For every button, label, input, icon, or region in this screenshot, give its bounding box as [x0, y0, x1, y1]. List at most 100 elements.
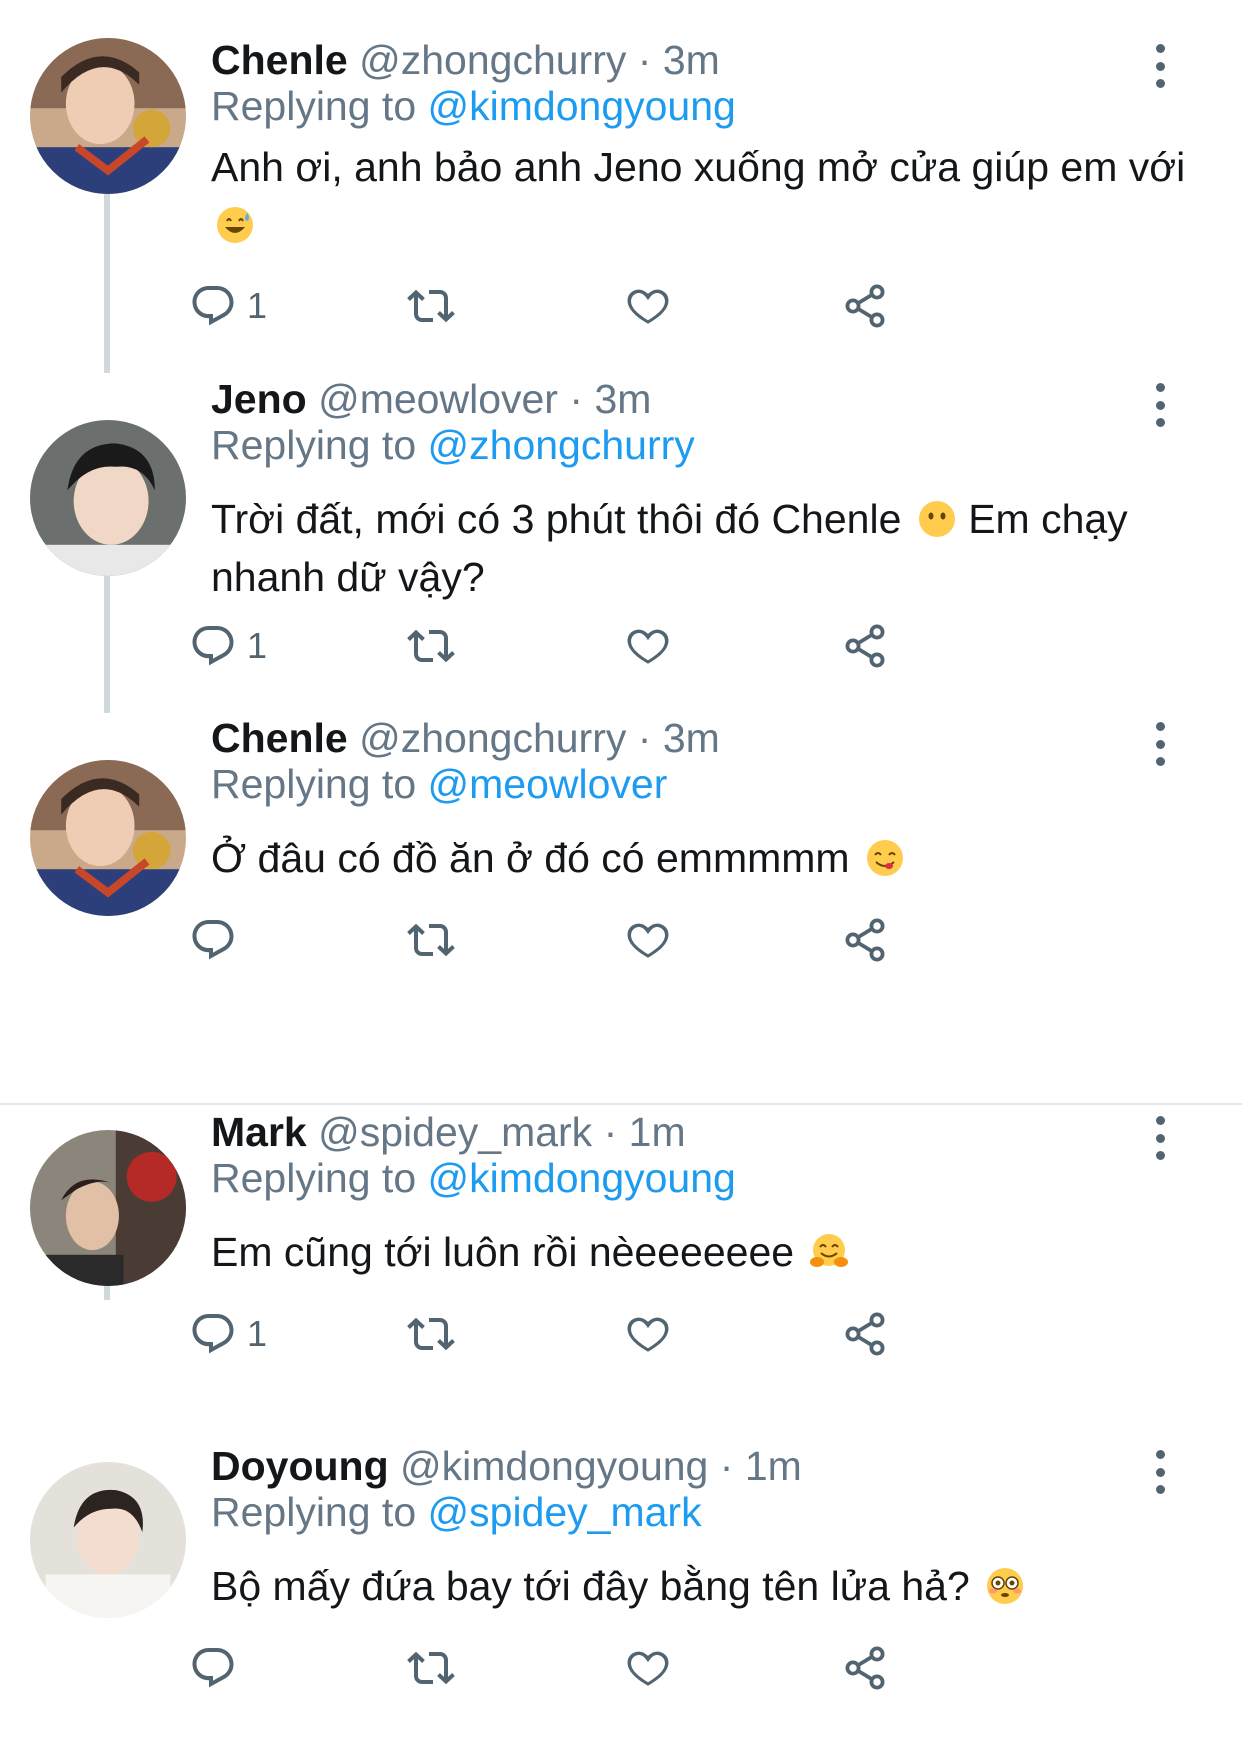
user-handle[interactable]: @zhongchurry — [359, 37, 626, 83]
reply-button[interactable]: 1 — [189, 278, 267, 334]
tweet[interactable]: Doyoung @kimdongyoung · 1m Replying to @… — [0, 1443, 1242, 1761]
like-button[interactable] — [624, 618, 672, 674]
share-button[interactable] — [841, 912, 889, 968]
tweet-header: Doyoung @kimdongyoung · 1m — [211, 1442, 802, 1490]
chenle-avatar-image — [30, 760, 186, 916]
mark-avatar-image — [30, 1130, 186, 1286]
display-name[interactable]: Doyoung — [211, 1443, 389, 1489]
hugging-emoji — [809, 1232, 849, 1272]
no-mouth-emoji — [917, 499, 957, 539]
tweet-text-content: Trời đất, mới có 3 phút thôi đó Chenle — [211, 496, 902, 542]
reply-button[interactable]: 1 — [189, 1306, 267, 1362]
like-button[interactable] — [624, 912, 672, 968]
replying-to-label: Replying to — [211, 83, 417, 129]
replying-to-label: Replying to — [211, 422, 417, 468]
share-button[interactable] — [841, 1640, 889, 1696]
replying-to: Replying to @kimdongyoung — [211, 82, 736, 130]
user-handle[interactable]: @zhongchurry — [359, 715, 626, 761]
tweet-text: Trời đất, mới có 3 phút thôi đó Chenle E… — [211, 490, 1211, 606]
more-icon[interactable] — [1148, 44, 1172, 88]
tweet-text: Em cũng tới luôn rồi nèeeeeeee — [211, 1223, 1211, 1281]
tweet-actions: 1 — [211, 278, 1011, 334]
tweet[interactable]: Chenle @zhongchurry · 3m Replying to @me… — [0, 715, 1242, 1110]
reply-button[interactable] — [189, 912, 247, 968]
separator: · — [719, 1443, 734, 1489]
mention-link[interactable]: @zhongchurry — [428, 422, 695, 468]
replying-to-label: Replying to — [211, 761, 417, 807]
timestamp[interactable]: 3m — [663, 715, 720, 761]
like-button[interactable] — [624, 278, 672, 334]
tweet[interactable]: Mark @spidey_mark · 1m Replying to @kimd… — [0, 1106, 1242, 1450]
replying-to: Replying to @zhongchurry — [211, 421, 695, 469]
display-name[interactable]: Chenle — [211, 715, 348, 761]
tweet-header: Mark @spidey_mark · 1m — [211, 1108, 686, 1156]
tweet-text: Ở đâu có đồ ăn ở đó có emmmmm — [211, 829, 1211, 887]
replying-to-label: Replying to — [211, 1489, 417, 1535]
flushed-emoji — [985, 1566, 1025, 1606]
tweet-header: Jeno @meowlover · 3m — [211, 375, 651, 423]
retweet-icon — [407, 282, 455, 330]
display-name[interactable]: Jeno — [211, 376, 307, 422]
mention-link[interactable]: @meowlover — [428, 761, 668, 807]
tweet-actions: 1 — [211, 1306, 1011, 1362]
share-button[interactable] — [841, 278, 889, 334]
mention-link[interactable]: @spidey_mark — [428, 1489, 702, 1535]
like-icon — [624, 282, 672, 330]
avatar[interactable] — [30, 420, 186, 576]
share-icon — [841, 282, 889, 330]
reply-icon — [189, 1644, 237, 1692]
user-handle[interactable]: @spidey_mark — [318, 1109, 592, 1155]
divider — [0, 1103, 1242, 1105]
tweet-text-content: Bộ mấy đứa bay tới đây bằng tên lửa hả? — [211, 1563, 970, 1609]
display-name[interactable]: Chenle — [211, 37, 348, 83]
chenle-avatar-image — [30, 38, 186, 194]
separator: · — [569, 376, 584, 422]
timestamp[interactable]: 1m — [745, 1443, 802, 1489]
separator: · — [603, 1109, 618, 1155]
reply-icon — [189, 916, 237, 964]
like-icon — [624, 1310, 672, 1358]
mention-link[interactable]: @kimdongyoung — [428, 83, 736, 129]
display-name[interactable]: Mark — [211, 1109, 307, 1155]
reply-button[interactable]: 1 — [189, 618, 267, 674]
replying-to: Replying to @kimdongyoung — [211, 1154, 736, 1202]
retweet-icon — [407, 916, 455, 964]
like-button[interactable] — [624, 1640, 672, 1696]
share-button[interactable] — [841, 618, 889, 674]
doyoung-avatar-image — [30, 1462, 186, 1618]
avatar[interactable] — [30, 1130, 186, 1286]
avatar[interactable] — [30, 38, 186, 194]
retweet-button[interactable] — [407, 1306, 455, 1362]
tweet-header: Chenle @zhongchurry · 3m — [211, 714, 720, 762]
share-icon — [841, 1644, 889, 1692]
replying-to-label: Replying to — [211, 1155, 417, 1201]
separator: · — [637, 715, 652, 761]
timestamp[interactable]: 1m — [629, 1109, 686, 1155]
retweet-button[interactable] — [407, 618, 455, 674]
avatar[interactable] — [30, 760, 186, 916]
share-icon — [841, 916, 889, 964]
jeno-avatar-image — [30, 420, 186, 576]
reply-count: 1 — [247, 285, 268, 326]
timestamp[interactable]: 3m — [663, 37, 720, 83]
avatar[interactable] — [30, 1462, 186, 1618]
user-handle[interactable]: @kimdongyoung — [400, 1443, 708, 1489]
tweet[interactable]: Chenle @zhongchurry · 3m Replying to @ki… — [0, 0, 1242, 380]
tweet-actions — [211, 912, 1011, 968]
retweet-button[interactable] — [407, 1640, 455, 1696]
separator: · — [637, 37, 652, 83]
timestamp[interactable]: 3m — [594, 376, 651, 422]
retweet-button[interactable] — [407, 912, 455, 968]
more-icon[interactable] — [1148, 383, 1172, 427]
like-button[interactable] — [624, 1306, 672, 1362]
more-icon[interactable] — [1148, 1450, 1172, 1494]
user-handle[interactable]: @meowlover — [318, 376, 558, 422]
mention-link[interactable]: @kimdongyoung — [428, 1155, 736, 1201]
tweet[interactable]: Jeno @meowlover · 3m Replying to @zhongc… — [0, 376, 1242, 720]
reply-button[interactable] — [189, 1640, 247, 1696]
share-button[interactable] — [841, 1306, 889, 1362]
retweet-button[interactable] — [407, 278, 455, 334]
more-icon[interactable] — [1148, 722, 1172, 766]
more-icon[interactable] — [1148, 1116, 1172, 1160]
reply-icon — [189, 1310, 237, 1358]
